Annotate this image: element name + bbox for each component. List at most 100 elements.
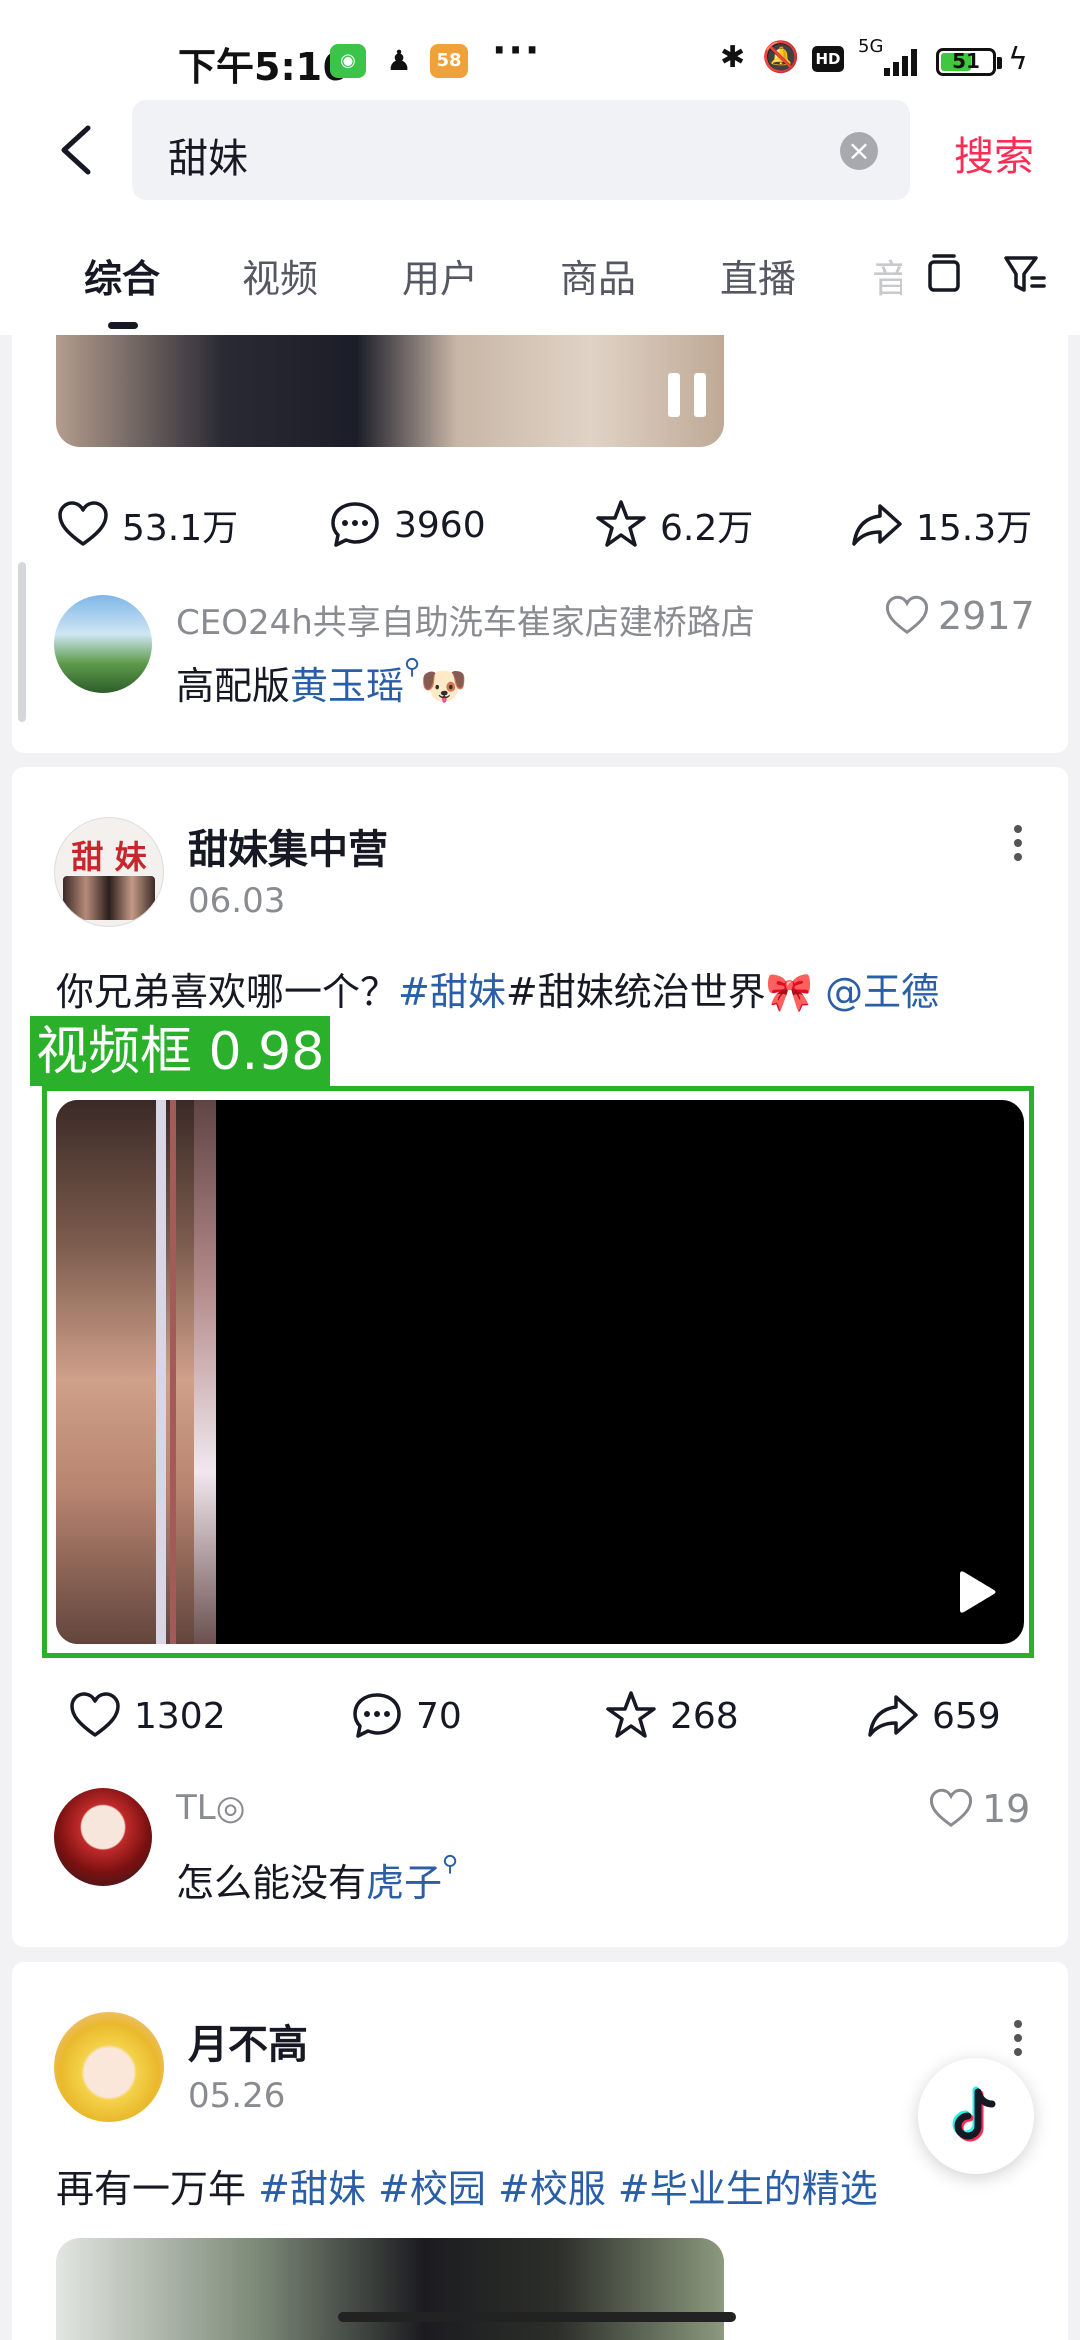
comment-text: 怎么能没有虎子⚲ (176, 1852, 458, 1907)
mute-bell-icon: 🔕 (762, 40, 800, 75)
post-video-thumbnail[interactable] (56, 335, 724, 447)
tab-comprehensive[interactable]: 综合 (84, 248, 160, 303)
comment-like-count: 19 (982, 1787, 1031, 1831)
scrollbar[interactable] (18, 562, 26, 722)
bluetooth-icon: ✱ (720, 40, 746, 75)
share-button[interactable]: 15.3万 (850, 495, 1032, 555)
like-count: 53.1万 (122, 508, 239, 549)
author-name[interactable]: 月不高 (188, 2012, 308, 2070)
favorite-button[interactable]: 6.2万 (594, 495, 753, 555)
detection-box (42, 1086, 1034, 1658)
pause-icon[interactable] (668, 373, 708, 417)
battery-level: 51 (952, 49, 980, 73)
status-bar: 下午5:16 ◉ ♟ 58 ··· ✱ 🔕 HD 5G 51 ϟ (0, 0, 1080, 100)
favorite-count: 268 (670, 1695, 739, 1737)
like-button[interactable]: 53.1万 (56, 495, 238, 555)
share-icon (868, 1695, 918, 1737)
comment-button[interactable]: 3960 (328, 495, 486, 555)
search-button[interactable]: 搜索 (954, 124, 1034, 182)
hashtag-link[interactable]: #毕业生的精选 (618, 2167, 878, 2211)
tab-music[interactable]: 音 (872, 248, 902, 303)
share-icon (852, 504, 902, 546)
avatar-text: 甜 妹 (71, 838, 147, 876)
comment-search-link[interactable]: 虎子 (366, 1861, 442, 1905)
post-caption: 你兄弟喜欢哪一个？#甜妹#甜妹统治世界🎀 @王德 (56, 961, 939, 1016)
douyin-float-button[interactable] (918, 2058, 1034, 2174)
filter-icon[interactable] (1002, 252, 1046, 296)
star-icon (606, 1691, 656, 1738)
favorite-count: 6.2万 (660, 508, 754, 549)
heart-icon (70, 1692, 120, 1737)
comment-text-plain: 高配版 (176, 664, 291, 708)
more-notifications-icon: ··· (492, 28, 542, 72)
hashtag-link[interactable]: #甜妹 (398, 970, 506, 1014)
search-input[interactable]: 甜妹 × (132, 100, 910, 200)
home-indicator[interactable] (338, 2312, 736, 2322)
heart-icon (58, 501, 108, 546)
comment-text-plain: 怎么能没有 (176, 1861, 367, 1905)
mention-link[interactable]: @王德 (825, 970, 939, 1014)
search-header: 甜妹 × 搜索 (0, 100, 1080, 210)
action-bar: 53.1万 3960 6.2万 15.3万 (12, 495, 1068, 555)
active-tab-indicator (108, 322, 138, 329)
comment-button[interactable]: 70 (350, 1686, 462, 1746)
comment-count: 70 (416, 1695, 462, 1737)
post-date: 05.26 (188, 2076, 286, 2116)
comment-count: 3960 (394, 504, 486, 546)
post-card-1: 53.1万 3960 6.2万 15.3万 CEO24h共享自助洗车崔家店建桥路… (12, 335, 1068, 753)
more-options-icon[interactable] (1012, 825, 1024, 869)
like-button[interactable]: 1302 (68, 1686, 226, 1746)
network-type: 5G (858, 36, 884, 57)
tab-users[interactable]: 用户 (402, 248, 478, 303)
hashtag-link[interactable]: #校园 (378, 2167, 486, 2211)
bow-emoji-icon: 🎀 (765, 970, 814, 1014)
share-count: 659 (932, 1695, 1001, 1737)
charging-icon: ϟ (1008, 42, 1028, 77)
search-mini-icon: ⚲ (404, 655, 421, 680)
layout-toggle-icon[interactable] (922, 252, 966, 296)
like-count: 1302 (134, 1695, 226, 1737)
battery-icon: 51 (936, 48, 1002, 76)
commenter-avatar[interactable] (54, 1788, 152, 1886)
tab-videos[interactable]: 视频 (242, 248, 318, 303)
clear-search-icon[interactable]: × (840, 132, 878, 170)
comment-icon (331, 502, 379, 547)
comment-like-count: 2917 (938, 594, 1035, 638)
commenter-name[interactable]: CEO24h共享自助洗车崔家店建桥路店 (176, 595, 755, 644)
share-button[interactable]: 659 (866, 1686, 1001, 1746)
commenter-avatar[interactable] (54, 595, 152, 693)
comment-like-button[interactable]: 19 (928, 1786, 1030, 1832)
douyin-logo-icon (952, 2086, 996, 2142)
search-query[interactable]: 甜妹 (168, 126, 248, 184)
comment-like-button[interactable]: 2917 (884, 593, 1035, 639)
heart-outline-icon (929, 1788, 973, 1828)
back-arrow-icon[interactable] (50, 120, 110, 180)
commenter-name[interactable]: TL◎ (176, 1788, 245, 1828)
hd-voice-icon: HD (812, 46, 844, 72)
signal-bars-icon (884, 49, 917, 76)
action-bar-2: 1302 70 268 659 (12, 1686, 1068, 1746)
comment-search-link[interactable]: 黄玉瑶 (290, 664, 404, 708)
star-icon (596, 500, 646, 547)
caption-text: 再有一万年 (56, 2167, 247, 2211)
favorite-button[interactable]: 268 (604, 1686, 739, 1746)
hashtag-link[interactable]: #校服 (498, 2167, 606, 2211)
wechat-notification-icon: ◉ (330, 44, 366, 78)
post-video-thumbnail[interactable] (56, 2238, 724, 2340)
author-name[interactable]: 甜妹集中营 (188, 817, 388, 875)
dog-emoji-icon: 🐶 (420, 664, 468, 708)
detection-label: 视频框 0.98 (30, 1016, 331, 1086)
comment-text: 高配版黄玉瑶⚲🐶 (176, 655, 467, 710)
post-caption: 再有一万年 #甜妹 #校园 #校服 #毕业生的精选 (56, 2158, 878, 2213)
author-avatar[interactable]: 甜 妹 (54, 817, 164, 927)
search-tabs: 综合 视频 用户 商品 直播 音 (0, 210, 1080, 335)
post-date: 06.03 (188, 881, 286, 921)
caption-text: 你兄弟喜欢哪一个？ (56, 970, 399, 1014)
tab-products[interactable]: 商品 (560, 248, 636, 303)
tab-live[interactable]: 直播 (720, 248, 796, 303)
author-avatar[interactable] (54, 2012, 164, 2122)
share-count: 15.3万 (916, 508, 1033, 549)
comment-icon (353, 1693, 401, 1738)
hashtag-link[interactable]: #甜妹 (258, 2167, 366, 2211)
hashtag-plain[interactable]: #甜妹统治世界 (506, 970, 766, 1014)
